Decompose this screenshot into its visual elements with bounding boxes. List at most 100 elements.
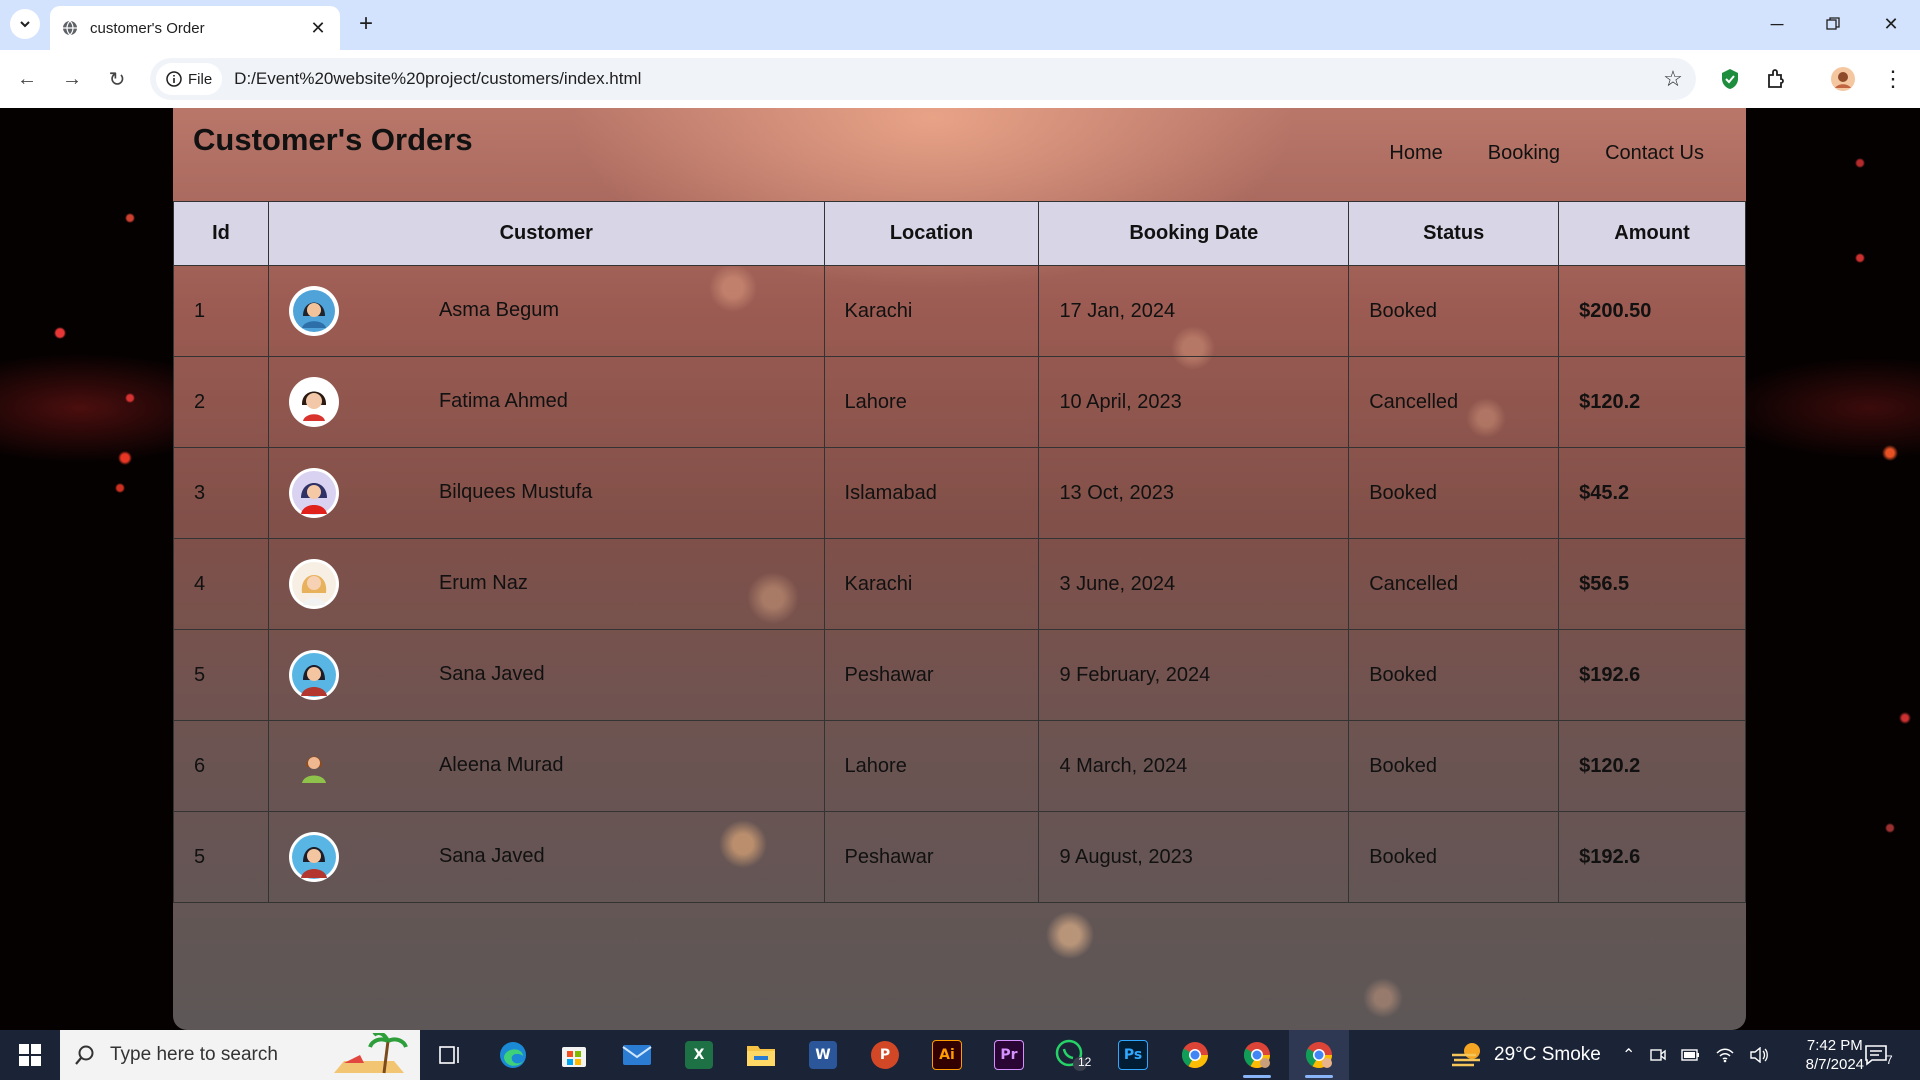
weather-text: 29°C Smoke (1494, 1044, 1601, 1065)
table-row: 3 Bilquees Mustufa Islamabad 13 Oct, 202… (173, 447, 1746, 539)
folder-icon (747, 1046, 775, 1066)
cell-amount: $120.2 (1558, 356, 1746, 448)
new-tab-button[interactable]: + (352, 10, 380, 38)
taskbar-excel[interactable]: X (669, 1030, 729, 1080)
page-header: Customer's Orders Home Booking Contact U… (173, 108, 1746, 201)
weather-widget[interactable]: 29°C Smoke (1450, 1030, 1601, 1080)
taskbar-mail[interactable] (607, 1030, 667, 1080)
restore-button[interactable] (1810, 8, 1856, 40)
search-icon (75, 1045, 94, 1065)
table-row: 2 Fatima Ahmed Lahore 10 April, 2023 Can… (173, 356, 1746, 448)
customer-name: Asma Begum (438, 298, 559, 321)
globe-icon (63, 20, 77, 36)
cell-amount: $45.2 (1558, 447, 1746, 539)
address-bar[interactable]: File D:/Event%20website%20project/custom… (150, 58, 1696, 100)
search-highlight-beach-icon (334, 1033, 408, 1074)
task-view-button[interactable] (420, 1030, 480, 1080)
status-badge: Cancelled (1348, 538, 1560, 630)
status-badge: Booked (1348, 265, 1560, 357)
nav-link-booking[interactable]: Booking (1488, 142, 1560, 165)
cell-customer: Erum Naz (267, 538, 825, 630)
notification-center-button[interactable]: 7 (1864, 1030, 1893, 1080)
extensions-puzzle-icon[interactable] (1761, 64, 1791, 94)
cell-booking-date: 17 Jan, 2024 (1038, 265, 1350, 357)
taskbar-chrome-profile-2[interactable] (1227, 1030, 1287, 1080)
mail-icon (622, 1045, 652, 1065)
back-button[interactable]: ← (12, 64, 42, 94)
taskbar-chrome[interactable] (1165, 1030, 1225, 1080)
store-icon (562, 1047, 586, 1067)
tab-search-button[interactable] (10, 9, 40, 39)
cell-customer: Fatima Ahmed (267, 356, 825, 448)
cell-id: 2 (173, 356, 269, 448)
cell-id: 3 (173, 447, 269, 539)
status-badge: Booked (1348, 720, 1560, 812)
column-header-location: Location (823, 201, 1040, 266)
cell-id: 4 (173, 538, 269, 630)
windows-logo-icon (19, 1044, 41, 1066)
chrome-icon (1181, 1042, 1209, 1069)
minimize-button[interactable]: ─ (1754, 8, 1800, 40)
close-tab-icon[interactable]: ✕ (306, 16, 330, 40)
cell-customer: Sana Javed (267, 811, 825, 903)
extension-shield-icon[interactable] (1715, 64, 1745, 94)
cell-booking-date: 13 Oct, 2023 (1038, 447, 1350, 539)
restore-icon (1826, 17, 1840, 30)
nav-link-home[interactable]: Home (1389, 142, 1442, 165)
reload-button[interactable]: ↻ (102, 64, 132, 94)
cell-id: 5 (173, 811, 269, 903)
taskbar-file-explorer[interactable] (731, 1030, 791, 1080)
windows-taskbar: Type here to search X W P Ai Pr 12 Ps 29… (0, 1030, 1920, 1080)
cell-location: Karachi (823, 538, 1040, 630)
chrome-icon (1243, 1042, 1271, 1069)
table-row: 5 Sana Javed Peshawar 9 February, 2024 B… (173, 629, 1746, 721)
cell-amount: $192.6 (1558, 629, 1746, 721)
profile-avatar-icon[interactable] (1828, 64, 1858, 94)
status-badge: Booked (1348, 447, 1560, 539)
battery-icon[interactable] (1681, 1048, 1701, 1062)
taskbar-edge[interactable] (483, 1030, 543, 1080)
customer-name: Erum Naz (438, 571, 528, 594)
menu-dots-icon[interactable]: ⋮ (1878, 64, 1908, 94)
taskbar-photoshop[interactable]: Ps (1103, 1030, 1163, 1080)
browser-tab[interactable]: customer's Order ✕ (50, 6, 340, 50)
cell-location: Peshawar (823, 811, 1040, 903)
customer-name: Sana Javed (438, 662, 545, 685)
excel-icon: X (685, 1041, 713, 1069)
table-header-row: Id Customer Location Booking Date Status… (173, 201, 1746, 266)
info-icon (166, 71, 182, 87)
nav-link-contact-us[interactable]: Contact Us (1605, 142, 1704, 165)
site-info-chip[interactable]: File (156, 63, 223, 95)
chevron-up-icon[interactable]: ⌃ (1622, 1045, 1635, 1065)
taskbar-search-box[interactable]: Type here to search (60, 1030, 420, 1080)
cell-customer: Sana Javed (267, 629, 825, 721)
cell-customer: Aleena Murad (267, 720, 825, 812)
volume-icon[interactable] (1749, 1047, 1769, 1063)
taskbar-microsoft-store[interactable] (544, 1030, 604, 1080)
url-text[interactable]: D:/Event%20website%20project/customers/i… (234, 69, 1656, 89)
orders-panel: Customer's Orders Home Booking Contact U… (173, 108, 1746, 1030)
taskbar-whatsapp[interactable]: 12 (1041, 1030, 1101, 1080)
bookmark-star-icon[interactable]: ☆ (1656, 62, 1690, 96)
taskbar-powerpoint[interactable]: P (855, 1030, 915, 1080)
cell-booking-date: 9 August, 2023 (1038, 811, 1350, 903)
taskbar-illustrator[interactable]: Ai (917, 1030, 977, 1080)
forward-button[interactable]: → (57, 64, 87, 94)
wifi-icon[interactable] (1715, 1047, 1735, 1063)
taskbar-premiere[interactable]: Pr (979, 1030, 1039, 1080)
browser-tab-strip: customer's Order ✕ + ─ ✕ (0, 0, 1920, 50)
close-window-button[interactable]: ✕ (1868, 8, 1914, 40)
taskbar-chrome-profile-3[interactable] (1289, 1030, 1349, 1080)
premiere-icon: Pr (994, 1040, 1024, 1070)
clock-time: 7:42 PM (1806, 1037, 1863, 1054)
column-header-booking-date: Booking Date (1038, 201, 1350, 266)
taskbar-word[interactable]: W (793, 1030, 853, 1080)
start-button[interactable] (0, 1030, 60, 1080)
table-row: 1 Asma Begum Karachi 17 Jan, 2024 Booked… (173, 265, 1746, 357)
meet-now-icon[interactable] (1649, 1046, 1667, 1064)
site-chip-label: File (188, 70, 213, 88)
column-header-status: Status (1348, 201, 1560, 266)
table-row: 5 Sana Javed Peshawar 9 August, 2023 Boo… (173, 811, 1746, 903)
taskbar-clock[interactable]: 7:42 PM 8/7/2024 (1806, 1036, 1864, 1074)
orders-table: Id Customer Location Booking Date Status… (173, 201, 1746, 903)
